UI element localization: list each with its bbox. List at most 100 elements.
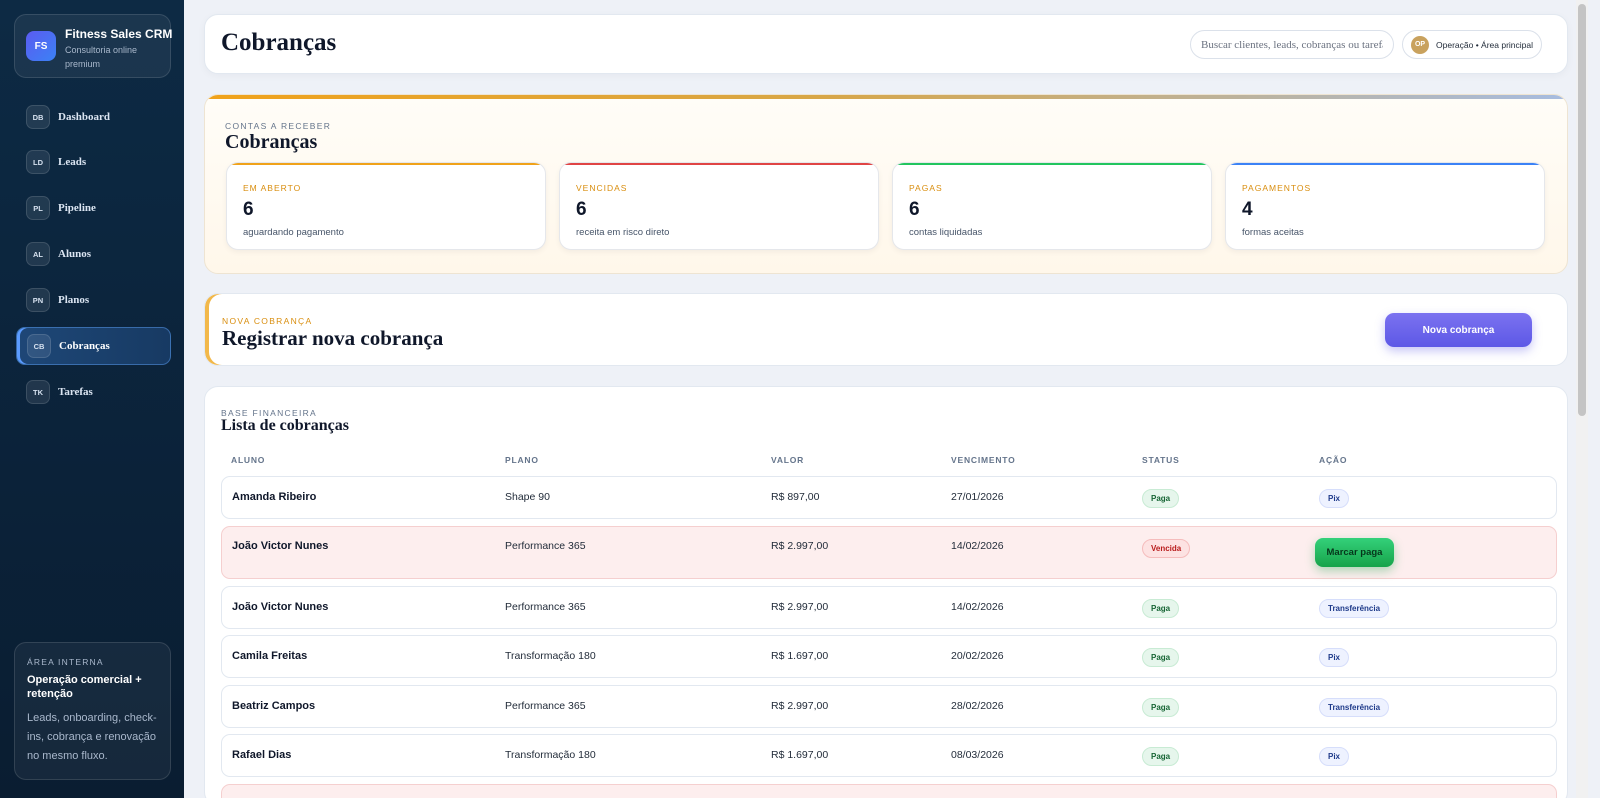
sidebar-item-label: Alunos xyxy=(58,248,92,260)
alunos-icon: AL xyxy=(26,242,50,266)
new-charge-button[interactable]: Nova cobrança xyxy=(1385,313,1532,347)
stat-accent xyxy=(893,163,1211,165)
cell-aluno: Beatriz Campos xyxy=(232,700,316,712)
sidebar-item-tarefas[interactable]: TK Tarefas xyxy=(16,373,171,411)
cell-valor: R$ 2.997,00 xyxy=(771,540,829,552)
sidebar-item-label: Dashboard xyxy=(58,111,110,123)
stat-card-vencidas: VENCIDAS 6 receita em risco direto xyxy=(559,162,879,250)
cell-aluno: João Victor Nunes xyxy=(232,601,329,613)
sidebar-item-label: Planos xyxy=(58,294,90,306)
leads-icon: LD xyxy=(26,150,50,174)
page-title: Cobranças xyxy=(221,29,337,56)
internal-area-card: ÁREA INTERNA Operação comercial + retenç… xyxy=(14,642,171,780)
stat-description: formas aceitas xyxy=(1242,227,1304,238)
sidebar-item-label: Leads xyxy=(58,156,87,168)
stat-card-pagas: PAGAS 6 contas liquidadas xyxy=(892,162,1212,250)
cell-valor: R$ 897,00 xyxy=(771,491,820,503)
main-content: Cobranças OP Operação • Área principal C… xyxy=(184,0,1588,798)
cell-aluno: Rafael Dias xyxy=(232,749,292,761)
stat-label: PAGAS xyxy=(909,183,943,193)
sidebar-item-leads[interactable]: LD Leads xyxy=(16,143,171,181)
status-badge: Paga xyxy=(1142,648,1180,667)
accent-bar xyxy=(205,95,1567,99)
brand-logo: FS xyxy=(26,31,56,61)
payment-method-badge: Transferência xyxy=(1319,698,1390,717)
sidebar-item-dashboard[interactable]: DB Dashboard xyxy=(16,98,171,136)
stat-label: VENCIDAS xyxy=(576,183,628,193)
stat-label: PAGAMENTOS xyxy=(1242,183,1312,193)
stat-description: contas liquidadas xyxy=(909,227,983,238)
sidebar: FS Fitness Sales CRM Consultoria online … xyxy=(0,0,184,798)
section-title: Registrar nova cobrança xyxy=(222,326,444,350)
stat-value: 4 xyxy=(1242,199,1253,220)
payment-method-badge: Pix xyxy=(1319,489,1350,508)
section-kicker: NOVA COBRANÇA xyxy=(222,316,313,326)
payment-method-badge: Transferência xyxy=(1319,599,1390,618)
sidebar-item-alunos[interactable]: AL Alunos xyxy=(16,235,171,273)
pipeline-icon: PL xyxy=(26,196,50,220)
section-title: Lista de cobranças xyxy=(221,417,349,434)
avatar: OP xyxy=(1411,35,1429,54)
mark-paid-button[interactable]: Marcar paga xyxy=(1315,538,1394,567)
column-header-vencimento: VENCIMENTO xyxy=(951,455,1016,465)
sidebar-item-cobrancas[interactable]: CB Cobranças xyxy=(16,327,171,365)
cell-plano: Performance 365 xyxy=(505,540,586,552)
cell-valor: R$ 2.997,00 xyxy=(771,700,829,712)
stat-accent xyxy=(560,163,878,165)
brand-subtitle: Consultoria online premium xyxy=(65,45,138,69)
sidebar-item-planos[interactable]: PN Planos xyxy=(16,281,171,319)
status-badge: Paga xyxy=(1142,599,1180,618)
cell-vencimento: 27/01/2026 xyxy=(951,491,1004,503)
sidebar-item-label: Cobranças xyxy=(59,340,110,352)
table-row[interactable]: João Victor Nunes Performance 365 R$ 2.9… xyxy=(221,526,1557,579)
table-row[interactable]: Rafael Dias Transformação 180 R$ 1.697,0… xyxy=(221,734,1557,777)
scrollbar-thumb[interactable] xyxy=(1578,4,1586,416)
payment-method-badge: Pix xyxy=(1319,747,1350,766)
brand-card[interactable]: FS Fitness Sales CRM Consultoria online … xyxy=(14,14,173,78)
stat-accent xyxy=(1226,163,1544,165)
table-row[interactable] xyxy=(221,784,1557,798)
cobrancas-icon: CB xyxy=(27,334,51,358)
cell-aluno: João Victor Nunes xyxy=(232,540,329,552)
column-header-valor: VALOR xyxy=(771,455,805,465)
receivables-overview: CONTAS A RECEBER Cobranças EM ABERTO 6 a… xyxy=(204,94,1568,274)
dashboard-icon: DB xyxy=(26,105,50,129)
cell-valor: R$ 2.997,00 xyxy=(771,601,829,613)
sidebar-item-pipeline[interactable]: PL Pipeline xyxy=(16,189,171,227)
tarefas-icon: TK xyxy=(26,380,50,404)
cell-vencimento: 20/02/2026 xyxy=(951,650,1004,662)
brand-name: Fitness Sales CRM xyxy=(65,27,173,41)
column-header-status: STATUS xyxy=(1142,455,1180,465)
cell-vencimento: 28/02/2026 xyxy=(951,700,1004,712)
cell-vencimento: 08/03/2026 xyxy=(951,749,1004,761)
payment-method-badge: Pix xyxy=(1319,648,1350,667)
cell-vencimento: 14/02/2026 xyxy=(951,601,1004,613)
cell-valor: R$ 1.697,00 xyxy=(771,650,829,662)
cell-vencimento: 14/02/2026 xyxy=(951,540,1004,552)
planos-icon: PN xyxy=(26,288,50,312)
scrollbar[interactable] xyxy=(1576,0,1588,798)
stat-card-pagamentos: PAGAMENTOS 4 formas aceitas xyxy=(1225,162,1545,250)
stat-description: aguardando pagamento xyxy=(243,227,344,238)
cell-valor: R$ 1.697,00 xyxy=(771,749,829,761)
search-input[interactable] xyxy=(1190,30,1394,59)
cell-aluno: Camila Freitas xyxy=(232,650,308,662)
column-header-plano: PLANO xyxy=(505,455,539,465)
user-menu[interactable]: OP Operação • Área principal xyxy=(1402,30,1542,59)
new-charge-card: NOVA COBRANÇA Registrar nova cobrança No… xyxy=(204,293,1568,366)
stat-value: 6 xyxy=(909,199,920,220)
internal-area-kicker: ÁREA INTERNA xyxy=(27,657,104,667)
table-row[interactable]: Amanda Ribeiro Shape 90 R$ 897,00 27/01/… xyxy=(221,476,1557,519)
table-row[interactable]: Beatriz Campos Performance 365 R$ 2.997,… xyxy=(221,685,1557,728)
status-badge: Paga xyxy=(1142,489,1180,508)
cell-plano: Performance 365 xyxy=(505,601,586,613)
stat-description: receita em risco direto xyxy=(576,227,670,238)
topbar: Cobranças OP Operação • Área principal xyxy=(204,14,1568,74)
table-row[interactable]: Camila Freitas Transformação 180 R$ 1.69… xyxy=(221,635,1557,678)
sidebar-item-label: Pipeline xyxy=(58,202,96,214)
status-badge: Vencida xyxy=(1142,539,1191,558)
charges-list: BASE FINANCEIRA Lista de cobranças ALUNO… xyxy=(204,386,1568,798)
stat-label: EM ABERTO xyxy=(243,183,302,193)
cell-aluno: Amanda Ribeiro xyxy=(232,491,317,503)
table-row[interactable]: João Victor Nunes Performance 365 R$ 2.9… xyxy=(221,586,1557,629)
